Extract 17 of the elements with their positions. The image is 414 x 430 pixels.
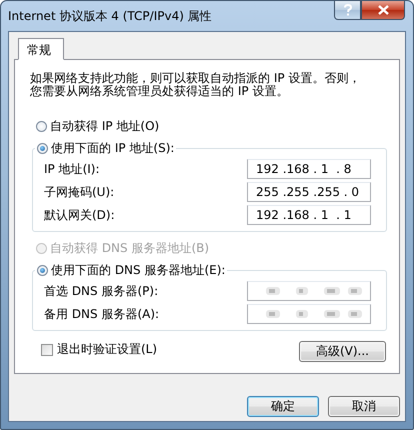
radio-option[interactable]: 自动获得 IP 地址(O) [36,118,387,135]
ip-address-field[interactable]: 192 .168 . 1 . 8 [247,159,371,179]
description-text: 如果网络支持此功能，则可以获取自动指派的 IP 设置。否则，您需要从网络系统管理员处获得适当的 IP 设置。 [30,72,362,98]
advanced-button[interactable]: 高级(V)... [299,341,386,362]
window-title: Internet 协议版本 4 (TCP/IPv4) 属性 [8,8,212,25]
field-label: 子网掩码(U): [44,184,114,200]
ip-address-field[interactable]: 255 .255 .255 . 0 [247,182,371,202]
field-label: 首选 DNS 服务器(P): [44,282,158,300]
radio-label: 自动获得 IP 地址(O) [50,118,160,135]
ip-address-field[interactable]: 192 .168 . 1 . 1 [247,205,371,225]
field-label: 备用 DNS 服务器(A): [44,306,160,322]
dialog-button[interactable]: 取消 [328,396,400,417]
dialog-button[interactable]: 确定 [247,396,319,417]
tab[interactable]: 常规 [18,38,64,60]
radio-label: 自动获得 DNS 服务器地址(B) [50,240,210,257]
field-label: IP 地址(I): [44,160,100,178]
field-label: 默认网关(D): [44,206,115,224]
